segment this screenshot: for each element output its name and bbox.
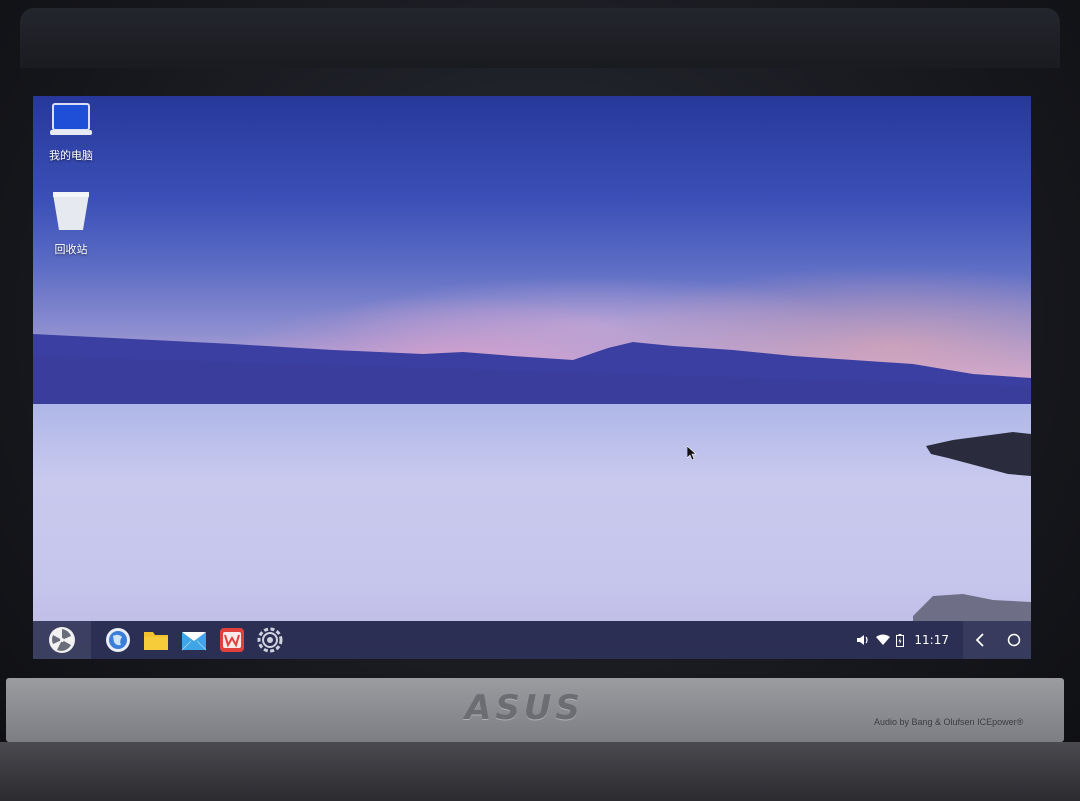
desktop-icon-my-computer[interactable]: 我的电脑 bbox=[33, 102, 109, 163]
desktop-icon-recycle-bin[interactable]: 回收站 bbox=[33, 190, 109, 257]
taskbar-app-files[interactable] bbox=[143, 627, 169, 653]
home-button[interactable] bbox=[997, 621, 1031, 659]
wps-office-icon bbox=[220, 628, 244, 652]
desktop-screen: 我的电脑 回收站 11:17 bbox=[33, 96, 1031, 659]
start-menu-button[interactable] bbox=[33, 621, 91, 659]
taskbar-app-browser[interactable] bbox=[105, 627, 131, 653]
back-icon bbox=[975, 633, 984, 647]
volume-icon[interactable] bbox=[856, 634, 870, 646]
taskbar-apps bbox=[105, 627, 283, 653]
desktop-icon-label: 我的电脑 bbox=[49, 149, 93, 162]
mountain-silhouette bbox=[33, 334, 1031, 416]
audio-label: Audio by Bang & Olufsen ICEpower® bbox=[874, 717, 1024, 727]
mail-icon bbox=[181, 632, 207, 651]
bezel-top bbox=[20, 8, 1060, 68]
taskbar-app-mail[interactable] bbox=[181, 627, 207, 653]
mouse-cursor-icon bbox=[687, 446, 697, 460]
taskbar-app-settings[interactable] bbox=[257, 627, 283, 653]
start-menu-icon bbox=[49, 627, 75, 653]
file-manager-icon bbox=[144, 632, 168, 650]
browser-icon bbox=[106, 628, 130, 652]
taskbar: 11:17 bbox=[33, 621, 1031, 659]
computer-icon bbox=[33, 102, 109, 141]
home-icon bbox=[1007, 633, 1021, 647]
wifi-icon[interactable] bbox=[876, 634, 891, 646]
battery-icon[interactable] bbox=[896, 633, 905, 647]
clock[interactable]: 11:17 bbox=[914, 633, 949, 647]
taskbar-app-wps[interactable] bbox=[219, 627, 245, 653]
settings-icon bbox=[257, 627, 283, 653]
brand-logo: ASUS bbox=[465, 688, 584, 728]
deck-shadow bbox=[0, 742, 1080, 801]
trash-icon bbox=[33, 190, 109, 235]
desktop-icon-label: 回收站 bbox=[54, 243, 88, 256]
back-button[interactable] bbox=[963, 621, 997, 659]
system-tray: 11:17 bbox=[850, 621, 1031, 659]
